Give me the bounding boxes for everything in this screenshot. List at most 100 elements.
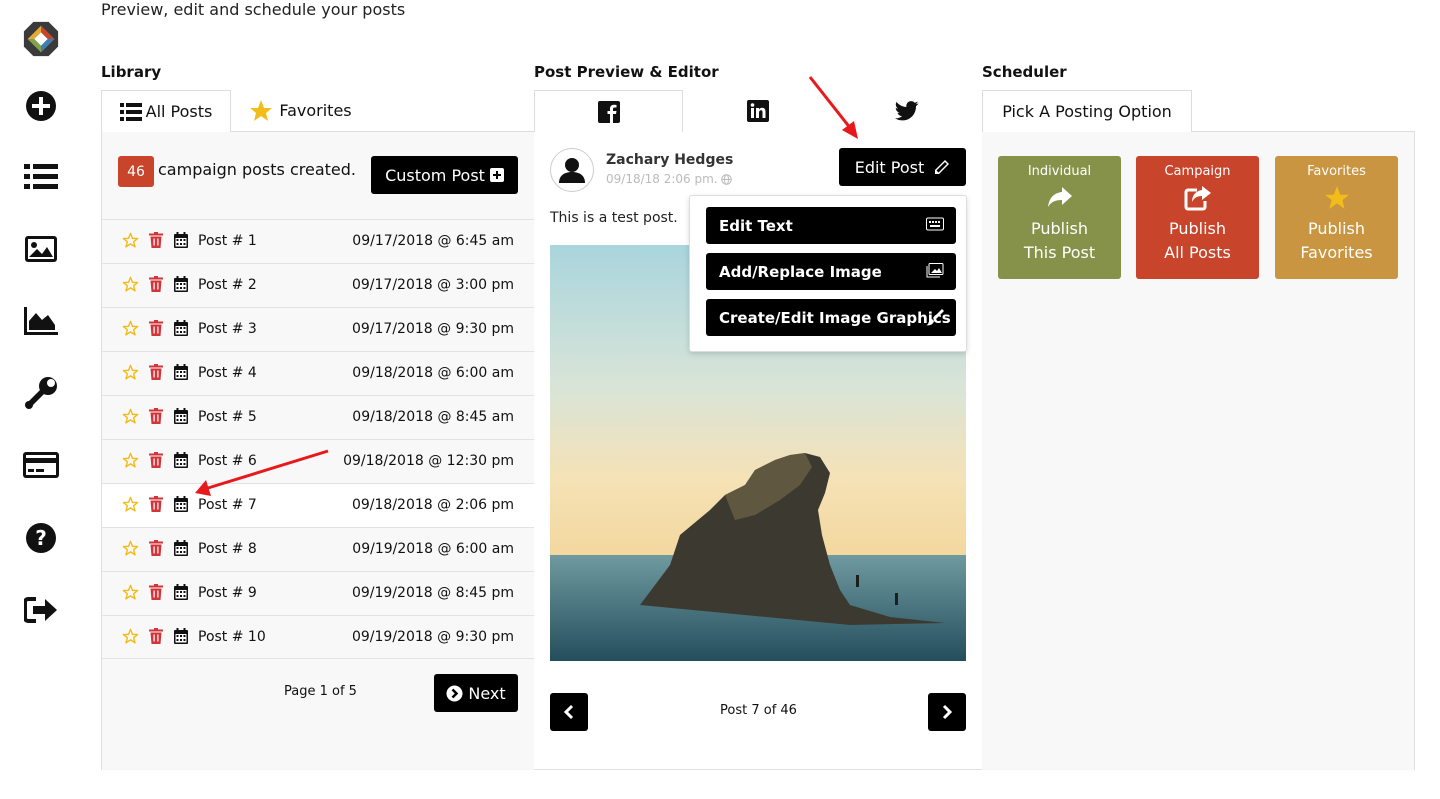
add-replace-image-item[interactable]: Add/Replace Image <box>706 253 956 290</box>
calendar-icon[interactable] <box>174 276 188 296</box>
trash-icon[interactable] <box>149 496 163 516</box>
next-button[interactable]: Next <box>434 674 518 712</box>
calendar-icon[interactable] <box>174 364 188 384</box>
tab-favorites[interactable]: Favorites <box>232 90 368 131</box>
trash-icon[interactable] <box>149 232 163 252</box>
sign-out-icon[interactable] <box>22 591 60 629</box>
calendar-icon[interactable] <box>174 584 188 604</box>
favorite-star-icon[interactable] <box>122 232 139 253</box>
tab-linkedin[interactable] <box>683 90 832 131</box>
table-row[interactable]: Post # 7 09/18/2018 @ 2:06 pm <box>102 483 534 527</box>
favorite-star-icon[interactable] <box>122 276 139 297</box>
edit-post-button[interactable]: Edit Post <box>839 148 966 186</box>
publish-this-post-card[interactable]: Individual Publish This Post <box>998 156 1121 279</box>
table-row[interactable]: Post # 2 09/17/2018 @ 3:00 pm <box>102 263 534 307</box>
favorite-star-icon[interactable] <box>122 496 139 517</box>
calendar-icon[interactable] <box>174 496 188 516</box>
table-row[interactable]: Post # 8 09/19/2018 @ 6:00 am <box>102 527 534 571</box>
calendar-icon[interactable] <box>174 232 188 252</box>
chart-area-icon[interactable] <box>22 302 60 340</box>
keyboard-icon <box>926 217 944 231</box>
table-row[interactable]: Post # 6 09/18/2018 @ 12:30 pm <box>102 439 534 483</box>
wrench-icon[interactable] <box>22 374 60 412</box>
trash-icon[interactable] <box>149 276 163 296</box>
tab-facebook[interactable] <box>534 90 683 132</box>
table-row[interactable]: Post # 4 09/18/2018 @ 6:00 am <box>102 351 534 395</box>
favorite-star-icon[interactable] <box>122 408 139 429</box>
edit-text-item[interactable]: Edit Text <box>706 207 956 244</box>
favorite-star-icon[interactable] <box>122 628 139 649</box>
tab-pick-posting-option[interactable]: Pick A Posting Option <box>982 90 1192 132</box>
images-icon <box>926 263 944 278</box>
post-date: 09/18/2018 @ 12:30 pm <box>343 453 514 469</box>
table-row[interactable]: Post # 5 09/18/2018 @ 8:45 am <box>102 395 534 439</box>
favorite-star-icon[interactable] <box>122 584 139 605</box>
share-square-icon <box>1184 186 1211 211</box>
paint-brush-icon <box>926 309 944 326</box>
favorite-star-icon[interactable] <box>122 452 139 473</box>
trash-icon[interactable] <box>149 364 163 384</box>
post-name: Post # 4 <box>198 365 257 381</box>
credit-card-icon[interactable] <box>22 446 60 484</box>
calendar-icon[interactable] <box>174 628 188 648</box>
chevron-left-icon <box>563 704 574 720</box>
post-count-badge: 46 <box>118 156 154 187</box>
list-icon[interactable] <box>22 158 60 196</box>
post-date: 09/19/2018 @ 9:30 pm <box>351 629 514 645</box>
favorite-star-icon[interactable] <box>122 320 139 341</box>
facebook-icon <box>597 100 620 123</box>
table-row[interactable]: Post # 3 09/17/2018 @ 9:30 pm <box>102 307 534 351</box>
calendar-icon[interactable] <box>174 452 188 472</box>
custom-post-button[interactable]: Custom Post <box>371 156 518 194</box>
post-date: 09/17/2018 @ 6:45 am <box>352 233 514 249</box>
post-name: Post # 2 <box>198 277 257 293</box>
question-circle-icon[interactable]: ? <box>22 519 60 557</box>
edit-post-label: Edit Post <box>854 157 925 177</box>
post-date: 09/18/2018 @ 8:45 am <box>352 409 514 425</box>
tab-all-posts-label: All Posts <box>145 102 213 121</box>
trash-icon[interactable] <box>149 452 163 472</box>
tab-favorites-label: Favorites <box>279 101 352 120</box>
scheduler-title: Scheduler <box>982 63 1067 81</box>
post-name: Post # 1 <box>198 233 257 249</box>
trash-icon[interactable] <box>149 320 163 340</box>
tab-all-posts[interactable]: All Posts <box>101 90 231 132</box>
calendar-icon[interactable] <box>174 320 188 340</box>
image-icon[interactable] <box>22 230 60 268</box>
post-name: Post # 5 <box>198 409 257 425</box>
create-edit-graphics-item[interactable]: Create/Edit Image Graphics <box>706 299 956 336</box>
add-replace-image-label: Add/Replace Image <box>719 262 882 281</box>
table-row[interactable]: Post # 1 09/17/2018 @ 6:45 am <box>102 219 534 263</box>
tab-twitter[interactable] <box>832 90 982 131</box>
trash-icon[interactable] <box>149 408 163 428</box>
logo-icon[interactable] <box>22 20 60 58</box>
star-icon <box>250 99 273 121</box>
table-row[interactable]: Post # 10 09/19/2018 @ 9:30 pm <box>102 615 534 659</box>
post-name: Post # 8 <box>198 541 257 557</box>
option-favorites-top: Favorites <box>1307 164 1366 179</box>
option-favorites-line1: Publish <box>1307 219 1366 238</box>
post-count-text: campaign posts created. <box>158 160 356 179</box>
plus-circle-icon[interactable] <box>22 87 60 125</box>
favorite-star-icon[interactable] <box>122 540 139 561</box>
twitter-icon <box>895 100 919 120</box>
preview-title: Post Preview & Editor <box>534 63 719 81</box>
create-edit-graphics-label: Create/Edit Image Graphics <box>719 308 951 327</box>
prev-post-button[interactable] <box>550 693 588 731</box>
trash-icon[interactable] <box>149 628 163 648</box>
option-individual-line1: Publish <box>1030 219 1089 238</box>
calendar-icon[interactable] <box>174 408 188 428</box>
tab-pick-posting-option-label: Pick A Posting Option <box>1002 102 1172 121</box>
publish-all-posts-card[interactable]: Campaign Publish All Posts <box>1136 156 1259 279</box>
trash-icon[interactable] <box>149 584 163 604</box>
star-icon <box>1324 186 1349 209</box>
favorite-star-icon[interactable] <box>122 364 139 385</box>
option-campaign-line1: Publish <box>1168 219 1227 238</box>
trash-icon[interactable] <box>149 540 163 560</box>
next-post-button[interactable] <box>928 693 966 731</box>
publish-favorites-card[interactable]: Favorites Publish Favorites <box>1275 156 1398 279</box>
post-date: 09/17/2018 @ 3:00 pm <box>351 277 514 293</box>
calendar-icon[interactable] <box>174 540 188 560</box>
pencil-icon <box>935 160 950 174</box>
table-row[interactable]: Post # 9 09/19/2018 @ 8:45 pm <box>102 571 534 615</box>
